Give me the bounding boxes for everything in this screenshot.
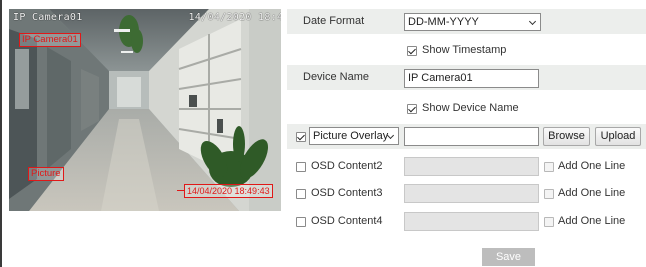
date-format-select[interactable]: DD-MM-YYYY: [404, 13, 541, 31]
device-name-label: Device Name: [303, 71, 370, 83]
browse-button[interactable]: Browse: [543, 127, 590, 146]
date-format-value: DD-MM-YYYY: [408, 16, 479, 28]
show-timestamp-checkbox[interactable]: [407, 46, 417, 56]
date-format-label: Date Format: [303, 15, 365, 27]
device-name-input[interactable]: IP Camera01: [404, 69, 539, 88]
window-left-border: [0, 0, 2, 267]
device-name-value: IP Camera01: [408, 72, 473, 84]
upload-button[interactable]: Upload: [595, 127, 641, 146]
osd-content4-label: OSD Content4: [311, 215, 383, 227]
osd-content2-add-line-checkbox[interactable]: [544, 162, 554, 172]
osd-content4-input[interactable]: [404, 212, 539, 231]
show-device-name-checkbox[interactable]: [407, 104, 417, 114]
row-show-timestamp: Show Timestamp: [287, 38, 646, 63]
osd-content4-checkbox[interactable]: [296, 217, 306, 227]
row-device-name: Device Name IP Camera01: [287, 65, 646, 90]
row-osd-content4: OSD Content4 Add One Line: [287, 209, 646, 234]
osd-content3-add-line-label: Add One Line: [558, 187, 626, 199]
osd-content3-add-line-checkbox[interactable]: [544, 189, 554, 199]
camera-preview: IP Camera01 14/04/2020 18:49:43 IP Camera…: [9, 9, 281, 211]
row-show-device-name: Show Device Name: [287, 96, 646, 121]
picture-overlay-checkbox[interactable]: [296, 132, 306, 142]
osd-content2-checkbox[interactable]: [296, 162, 306, 172]
chevron-down-icon: [528, 17, 537, 26]
save-button[interactable]: Save: [482, 248, 535, 266]
row-osd-content2: OSD Content2 Add One Line: [287, 154, 646, 179]
show-timestamp-label: Show Timestamp: [422, 44, 507, 56]
osd-content2-input[interactable]: [404, 157, 539, 176]
row-osd-content3: OSD Content3 Add One Line: [287, 181, 646, 206]
overlay-type-value: Picture Overlay: [313, 130, 389, 142]
osd-timestamp-box[interactable]: 14/04/2020 18:49:43: [184, 184, 273, 198]
overlay-file-input[interactable]: [404, 127, 539, 146]
osd-timestamp-connector: [177, 190, 184, 191]
osd-picture-box[interactable]: Picture: [28, 167, 64, 181]
preview-timestamp-overlay: IP Camera01 14/04/2020 18:49:43: [13, 12, 281, 23]
preview-camera-label: IP Camera01: [13, 12, 83, 23]
show-device-name-label: Show Device Name: [422, 102, 519, 114]
row-picture-overlay: Picture Overlay Browse Upload: [287, 124, 646, 149]
overlay-type-select[interactable]: Picture Overlay: [309, 127, 399, 145]
osd-content2-add-line-label: Add One Line: [558, 160, 626, 172]
osd-content4-add-line-checkbox[interactable]: [544, 217, 554, 227]
osd-content2-label: OSD Content2: [311, 160, 383, 172]
osd-content4-add-line-label: Add One Line: [558, 215, 626, 227]
osd-content3-input[interactable]: [404, 184, 539, 203]
row-date-format: Date Format DD-MM-YYYY: [287, 9, 646, 34]
osd-content3-label: OSD Content3: [311, 187, 383, 199]
osd-camera-name-box[interactable]: IP Camera01: [19, 33, 81, 47]
osd-content3-checkbox[interactable]: [296, 189, 306, 199]
preview-datetime: 14/04/2020 18:49:43: [188, 12, 281, 23]
